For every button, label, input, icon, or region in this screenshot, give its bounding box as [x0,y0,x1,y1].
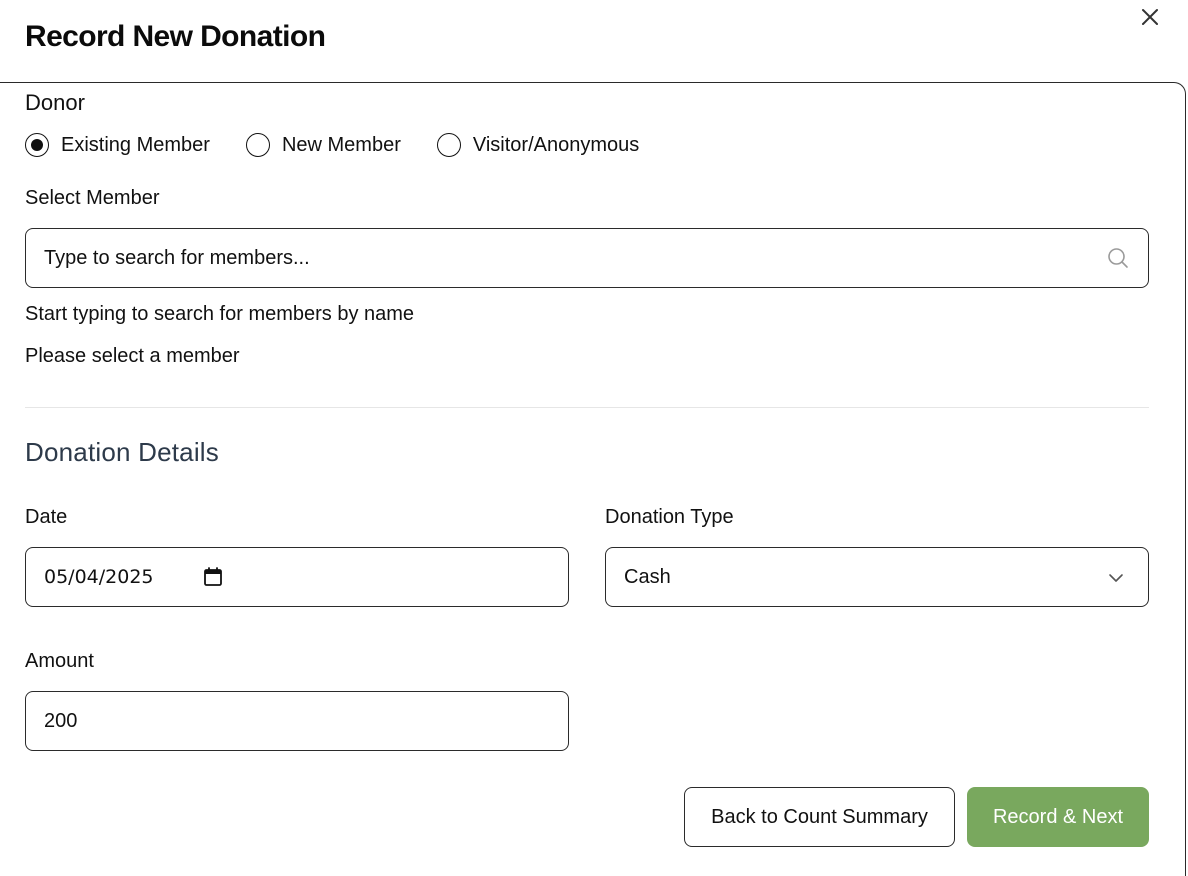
donor-label: Donor [25,90,85,115]
date-value: 05/04/2025 [44,566,154,588]
member-validation-message: Please select a member [25,345,240,367]
donation-type-value: Cash [624,565,671,588]
amount-label: Amount [25,650,94,672]
radio-button[interactable] [25,133,49,157]
chevron-down-icon [1109,574,1123,582]
dialog-body [0,82,1186,876]
member-search-help: Start typing to search for members by na… [25,303,415,325]
date-label: Date [25,506,68,528]
section-divider [25,407,1149,408]
radio-label: New Member [281,133,401,156]
amount-input[interactable]: 200 [25,691,569,751]
back-to-count-summary-button[interactable]: Back to Count Summary [684,787,955,847]
donation-type-select[interactable]: Cash [605,547,1149,607]
radio-selected-dot [31,139,43,151]
member-search-input[interactable]: Type to search for members... [25,228,1149,288]
close-button[interactable] [1137,4,1163,30]
calendar-icon[interactable] [202,566,224,588]
radio-button[interactable] [245,133,270,157]
member-search-placeholder: Type to search for members... [44,246,310,269]
dialog-header: Record New Donation [0,0,1188,84]
radio-new-member[interactable]: New Member [245,133,401,157]
search-icon [1108,248,1128,268]
date-input[interactable]: 05/04/2025 [25,547,569,607]
record-and-next-button[interactable]: Record & Next [967,787,1149,847]
donor-type-radio-group: Existing Member New Member Visitor/Anony… [25,132,675,158]
radio-visitor-anonymous[interactable]: Visitor/Anonymous [436,133,640,157]
radio-button[interactable] [436,133,461,157]
amount-value: 200 [44,709,78,732]
donation-details-title: Donation Details [25,437,219,467]
donation-type-label: Donation Type [605,506,734,528]
close-icon [1142,9,1158,25]
radio-existing-member[interactable]: Existing Member [25,133,210,157]
radio-label: Visitor/Anonymous [472,133,640,156]
dialog-title: Record New Donation [25,20,326,53]
select-member-label: Select Member [25,187,160,209]
radio-label: Existing Member [61,133,210,156]
